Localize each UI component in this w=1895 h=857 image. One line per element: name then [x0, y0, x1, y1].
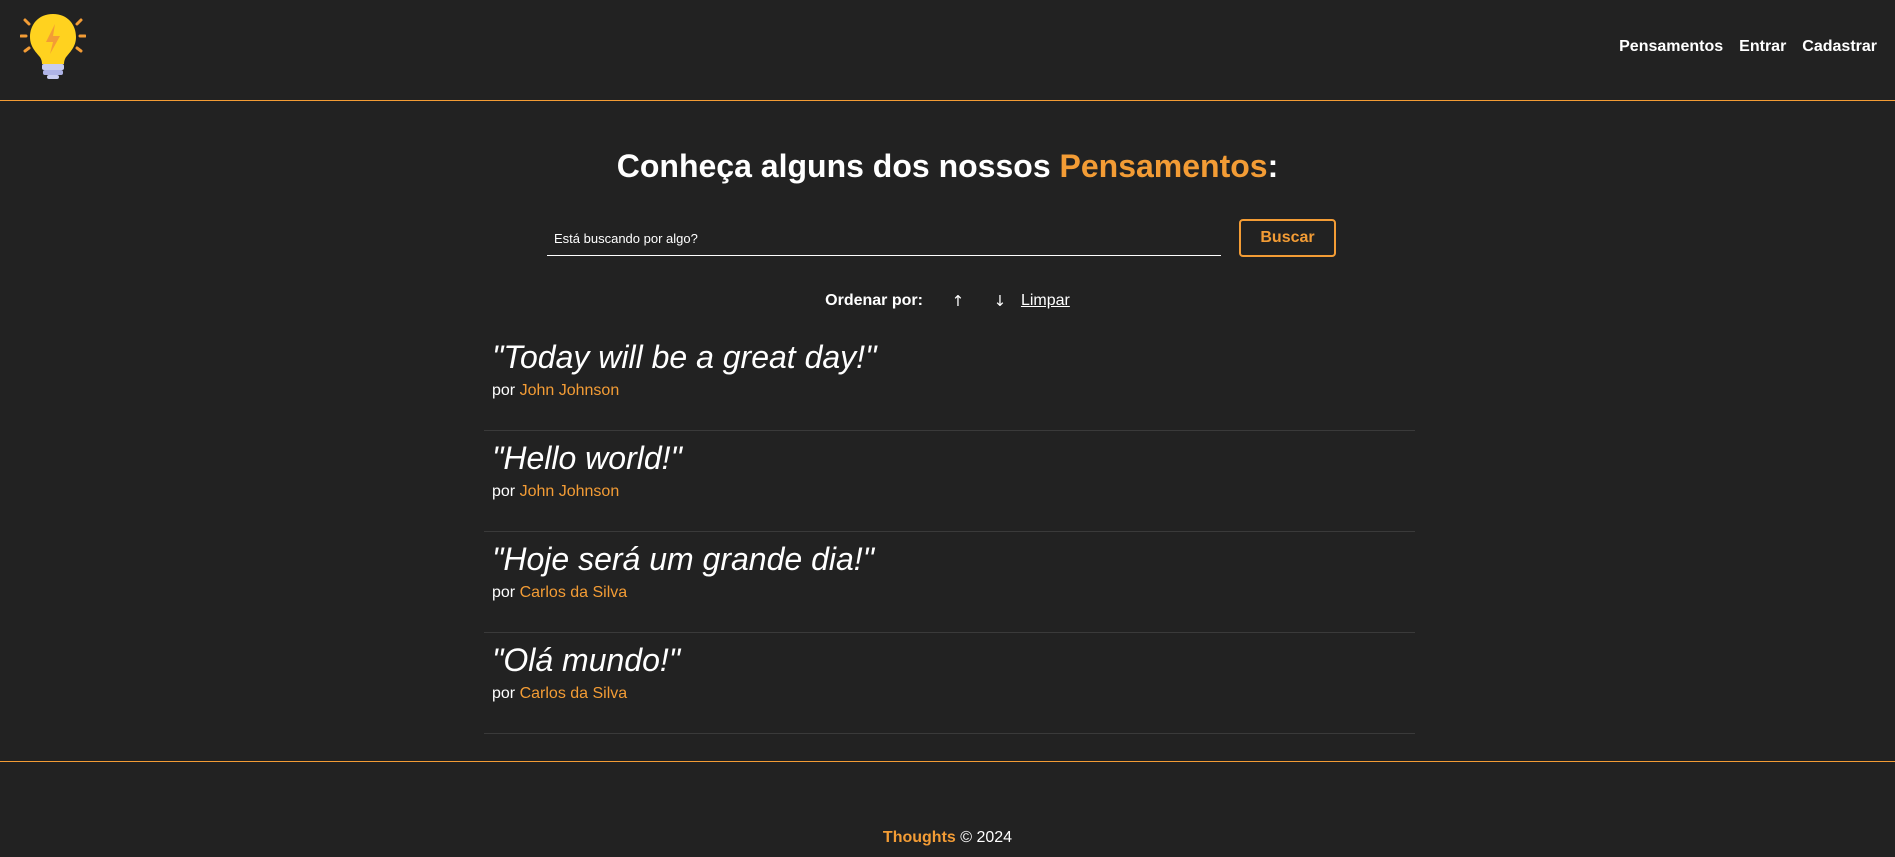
list-item: "Olá mundo!" por Carlos da Silva [484, 633, 1415, 734]
nav-link-entrar[interactable]: Entrar [1739, 38, 1786, 56]
footer-text: Thoughts © 2024 [0, 829, 1895, 847]
search-input[interactable] [547, 221, 1221, 256]
thought-author-line: por Carlos da Silva [492, 584, 1407, 602]
search-button[interactable]: Buscar [1239, 219, 1336, 257]
lightbulb-icon[interactable] [19, 12, 87, 80]
site-footer: Thoughts © 2024 [0, 761, 1895, 857]
list-item: "Today will be a great day!" por John Jo… [484, 330, 1415, 431]
thought-author-line: por Carlos da Silva [492, 685, 1407, 703]
footer-copyright: © 2024 [955, 829, 1013, 846]
author-prefix: por [492, 382, 516, 399]
order-label: Ordenar por: [825, 292, 923, 309]
thoughts-list: "Today will be a great day!" por John Jo… [484, 330, 1415, 734]
author-prefix: por [492, 584, 516, 601]
thought-author-line: por John Johnson [492, 382, 1407, 400]
clear-link[interactable]: Limpar [1021, 292, 1070, 310]
thought-text: "Today will be a great day!" [492, 339, 877, 375]
sort-asc-icon[interactable]: ↑ [937, 292, 979, 310]
page-title: Conheça alguns dos nossos Pensamentos: [0, 148, 1895, 185]
author-name: John Johnson [519, 382, 620, 399]
main-content: Conheça alguns dos nossos Pensamentos: B… [0, 102, 1895, 761]
author-prefix: por [492, 483, 516, 500]
nav-link-cadastrar[interactable]: Cadastrar [1802, 38, 1877, 56]
nav-link-pensamentos[interactable]: Pensamentos [1619, 38, 1723, 56]
thought-text: "Hoje será um grande dia!" [492, 541, 875, 577]
main-nav: Pensamentos Entrar Cadastrar [1619, 38, 1877, 56]
thought-author-line: por John Johnson [492, 483, 1407, 501]
site-header: Pensamentos Entrar Cadastrar [0, 0, 1895, 101]
thought-text: "Hello world!" [492, 440, 682, 476]
footer-brand: Thoughts [882, 829, 956, 846]
author-name: Carlos da Silva [519, 584, 628, 601]
thought-text: "Olá mundo!" [492, 642, 681, 678]
sort-desc-icon[interactable]: ↓ [979, 292, 1021, 310]
order-controls: Ordenar por: ↑ ↓ Limpar [0, 292, 1895, 310]
page-title-accent: Pensamentos [1059, 148, 1268, 184]
author-prefix: por [492, 685, 516, 702]
author-name: John Johnson [519, 483, 620, 500]
author-name: Carlos da Silva [519, 685, 628, 702]
page-title-prefix: Conheça alguns dos nossos [616, 148, 1060, 184]
page-title-suffix: : [1267, 148, 1279, 184]
list-item: "Hoje será um grande dia!" por Carlos da… [484, 532, 1415, 633]
list-item: "Hello world!" por John Johnson [484, 431, 1415, 532]
